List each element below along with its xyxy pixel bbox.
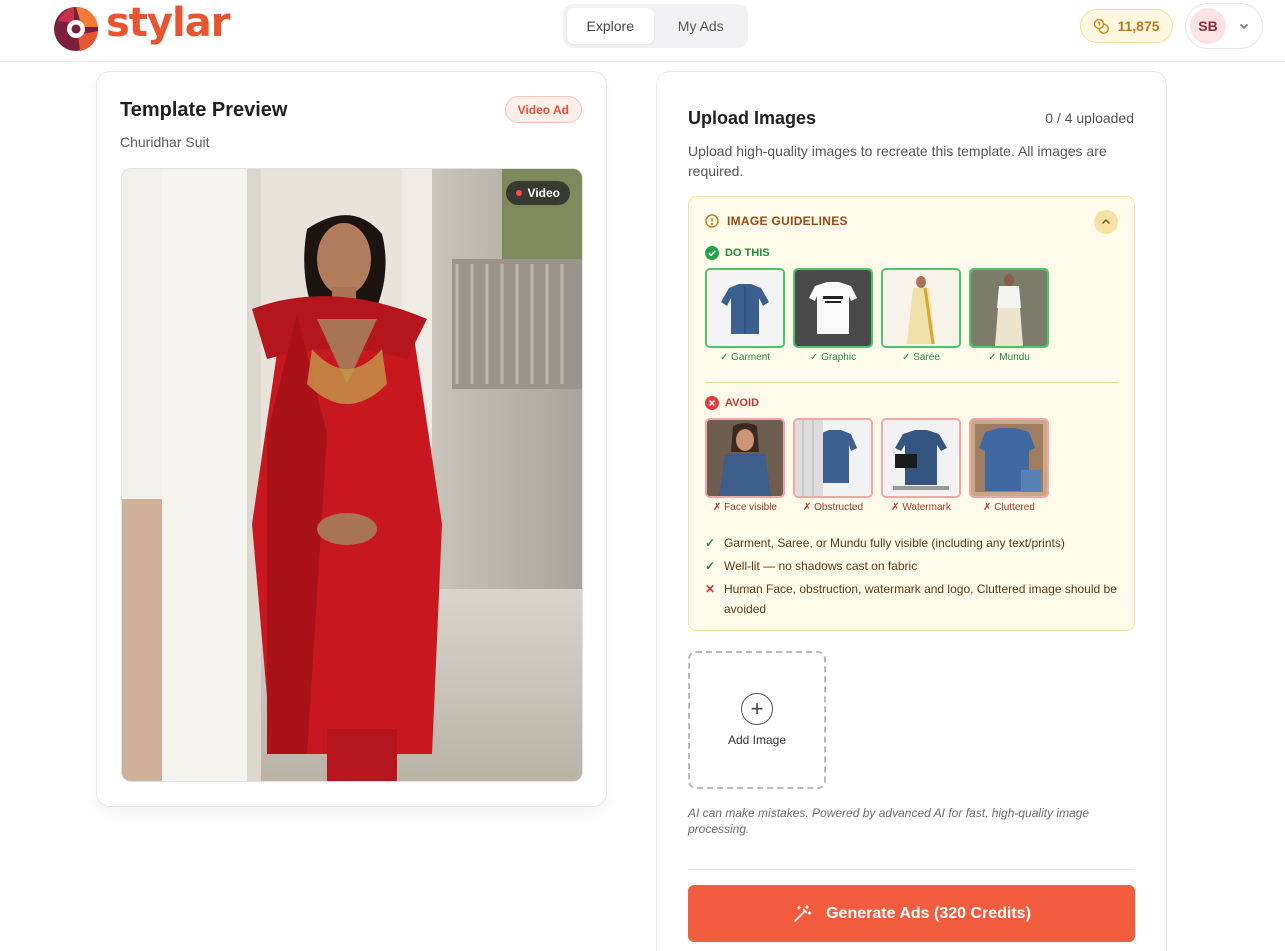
ai-disclaimer: AI can make mistakes. Powered by advance… [688, 806, 1090, 836]
do-caption: ✓ Garment [719, 352, 771, 363]
guidelines-title: IMAGE GUIDELINES [727, 214, 848, 228]
face-visible-example-image [705, 418, 785, 498]
divider [705, 382, 1119, 383]
add-image-label: Add Image [727, 733, 787, 747]
saree-example-image [881, 268, 961, 348]
add-image-button[interactable]: + Add Image [688, 651, 826, 789]
check-icon: ✓ [705, 559, 716, 573]
upload-images-card: Upload Images 0 / 4 uploaded Upload high… [656, 71, 1167, 951]
chevron-down-icon [1239, 23, 1249, 30]
tab-my-ads[interactable]: My Ads [658, 8, 745, 44]
recording-dot-icon [515, 190, 522, 196]
generate-ads-button[interactable]: Generate Ads (320 Credits) [688, 885, 1135, 942]
do-example-garment: ✓ Garment [705, 268, 785, 363]
coins-icon [1094, 18, 1110, 34]
upload-title: Upload Images [688, 108, 817, 128]
do-this-heading: DO THIS [705, 246, 770, 260]
do-examples: ✓ Garment ✓ Graphic ✓ Saree ✓ Mundu [705, 268, 1049, 363]
aperture-logo-icon [54, 6, 98, 51]
do-caption: ✓ Saree [902, 352, 940, 363]
image-guidelines-panel: IMAGE GUIDELINES DO THIS ✓ Garment ✓ Gra… [688, 196, 1135, 631]
avatar: SB [1190, 8, 1226, 44]
template-video-preview[interactable]: Video [121, 168, 583, 782]
generate-ads-label: Generate Ads (320 Credits) [826, 904, 1031, 922]
do-caption: ✓ Graphic [809, 352, 857, 363]
avoid-caption: ✗ Watermark [891, 502, 951, 513]
template-name: Churidhar Suit [120, 134, 210, 150]
guidelines-header[interactable]: IMAGE GUIDELINES [705, 214, 848, 228]
upload-count: 0 / 4 uploaded [1045, 110, 1134, 126]
garment-example-image [705, 268, 785, 348]
watermark-example-image [881, 418, 961, 498]
check-icon: ✓ [705, 536, 716, 550]
avoid-example-cluttered: ✗ Cluttered [969, 418, 1049, 513]
guideline-rules: ✓ Garment, Saree, or Mundu fully visible… [705, 533, 1119, 622]
rule-text: Human Face, obstruction, watermark and l… [724, 582, 1117, 616]
video-ad-badge: Video Ad [504, 96, 582, 123]
avoid-heading: AVOID [705, 396, 759, 410]
magic-wand-icon [794, 904, 812, 922]
rule-item: ✕ Human Face, obstruction, watermark and… [705, 579, 1119, 619]
logo[interactable]: stylar [52, 0, 230, 56]
avoid-caption: ✗ Face visible [713, 502, 777, 513]
plus-circle-icon: + [741, 693, 773, 725]
avoid-example-obstructed: ✗ Obstructed [793, 418, 873, 513]
do-caption: ✓ Mundu [988, 352, 1030, 363]
graphic-example-image [793, 268, 873, 348]
tab-explore[interactable]: Explore [567, 8, 654, 44]
obstructed-example-image [793, 418, 873, 498]
upload-description: Upload high-quality images to recreate t… [688, 143, 1107, 179]
divider [688, 869, 1135, 870]
page-title: Template Preview [120, 99, 288, 121]
do-example-mundu: ✓ Mundu [969, 268, 1049, 363]
avoid-example-face: ✗ Face visible [705, 418, 785, 513]
cluttered-example-image [969, 418, 1049, 498]
preview-image [122, 169, 582, 781]
chevron-up-icon [1101, 218, 1111, 225]
check-circle-icon [705, 246, 719, 260]
do-example-saree: ✓ Saree [881, 268, 961, 363]
x-icon: ✕ [705, 582, 716, 596]
rule-item: ✓ Well-lit — no shadows cast on fabric [705, 556, 1119, 576]
avoid-examples: ✗ Face visible ✗ Obstructed ✗ Watermark … [705, 418, 1049, 513]
rule-text: Well-lit — no shadows cast on fabric [724, 559, 918, 573]
mundu-example-image [969, 268, 1049, 348]
video-label: Video [527, 186, 560, 200]
do-example-graphic: ✓ Graphic [793, 268, 873, 363]
rule-text: Garment, Saree, or Mundu fully visible (… [724, 536, 1065, 550]
top-header: stylar Explore My Ads 11,875 SB [0, 0, 1285, 62]
avoid-caption: ✗ Cluttered [983, 502, 1035, 513]
video-pill: Video [505, 181, 570, 205]
rule-item: ✓ Garment, Saree, or Mundu fully visible… [705, 533, 1119, 553]
collapse-guidelines-button[interactable] [1094, 210, 1118, 234]
credits-badge[interactable]: 11,875 [1080, 9, 1173, 43]
credits-value: 11,875 [1117, 18, 1160, 34]
avoid-example-watermark: ✗ Watermark [881, 418, 961, 513]
user-menu[interactable]: SB [1185, 3, 1263, 49]
avoid-caption: ✗ Obstructed [802, 502, 864, 513]
template-preview-card: Template Preview Video Ad Churidhar Suit [96, 71, 607, 807]
alert-circle-icon [705, 214, 719, 228]
do-this-label: DO THIS [725, 247, 770, 259]
main-nav: Explore My Ads [563, 4, 748, 48]
brand-name: stylar [106, 0, 230, 46]
x-circle-icon [705, 396, 719, 410]
avoid-label: AVOID [725, 397, 760, 409]
